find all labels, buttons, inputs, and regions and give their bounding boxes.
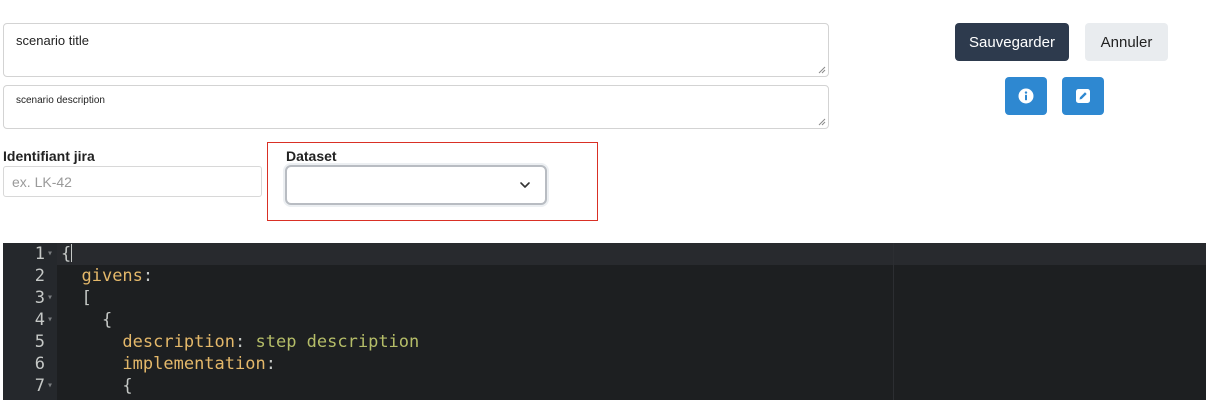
info-icon: [1018, 88, 1034, 104]
code-line: implementation:: [122, 354, 276, 374]
code-line: givens:: [81, 266, 154, 286]
scenario-title-textarea[interactable]: scenario title: [3, 23, 829, 77]
save-button[interactable]: Sauvegarder: [955, 23, 1069, 61]
line-number: 3: [34, 288, 45, 308]
dataset-label: Dataset: [286, 148, 337, 164]
code-editor[interactable]: 1 ▾{2 givens: 3 ▾ [4 ▾ {5 description: step …: [3, 243, 1206, 400]
scenario-description-text: scenario description: [16, 95, 105, 106]
cancel-button[interactable]: Annuler: [1085, 23, 1168, 61]
code-value: step description: [255, 332, 420, 352]
line-number: 6: [34, 354, 45, 374]
edit-button[interactable]: [1062, 77, 1104, 115]
scenario-title-text: scenario title: [16, 33, 89, 48]
info-button[interactable]: [1005, 77, 1047, 115]
line-number: 1: [34, 244, 45, 264]
line-number: 5: [34, 332, 45, 352]
line-number: 2: [34, 266, 45, 286]
code-line: {: [101, 310, 113, 330]
code-key: implementation: [122, 354, 266, 374]
edit-icon: [1076, 89, 1090, 103]
fold-toggle-icon[interactable]: ▾: [47, 309, 55, 331]
code-line: [: [81, 288, 92, 308]
jira-id-input[interactable]: [3, 166, 262, 197]
active-line-highlight: [57, 243, 1206, 265]
chevron-down-icon: [520, 182, 530, 188]
fold-toggle-icon[interactable]: ▾: [47, 243, 55, 265]
fold-toggle-icon[interactable]: ▾: [47, 287, 55, 309]
dataset-select[interactable]: [285, 165, 547, 205]
code-line: {: [122, 376, 133, 396]
print-margin: [893, 243, 894, 400]
fold-toggle-icon[interactable]: ▾: [47, 375, 55, 397]
resize-handle-icon[interactable]: [818, 66, 826, 74]
scenario-description-textarea[interactable]: scenario description: [3, 85, 829, 129]
line-number: 7: [34, 376, 45, 396]
code-line: {: [61, 244, 73, 264]
resize-handle-icon[interactable]: [818, 118, 826, 126]
line-number: 4: [34, 310, 45, 330]
code-key: description: [122, 332, 236, 352]
jira-id-label: Identifiant jira: [3, 148, 95, 164]
code-key: givens: [81, 266, 143, 286]
text-cursor: [71, 244, 73, 262]
code-line: description: step description: [122, 332, 420, 352]
